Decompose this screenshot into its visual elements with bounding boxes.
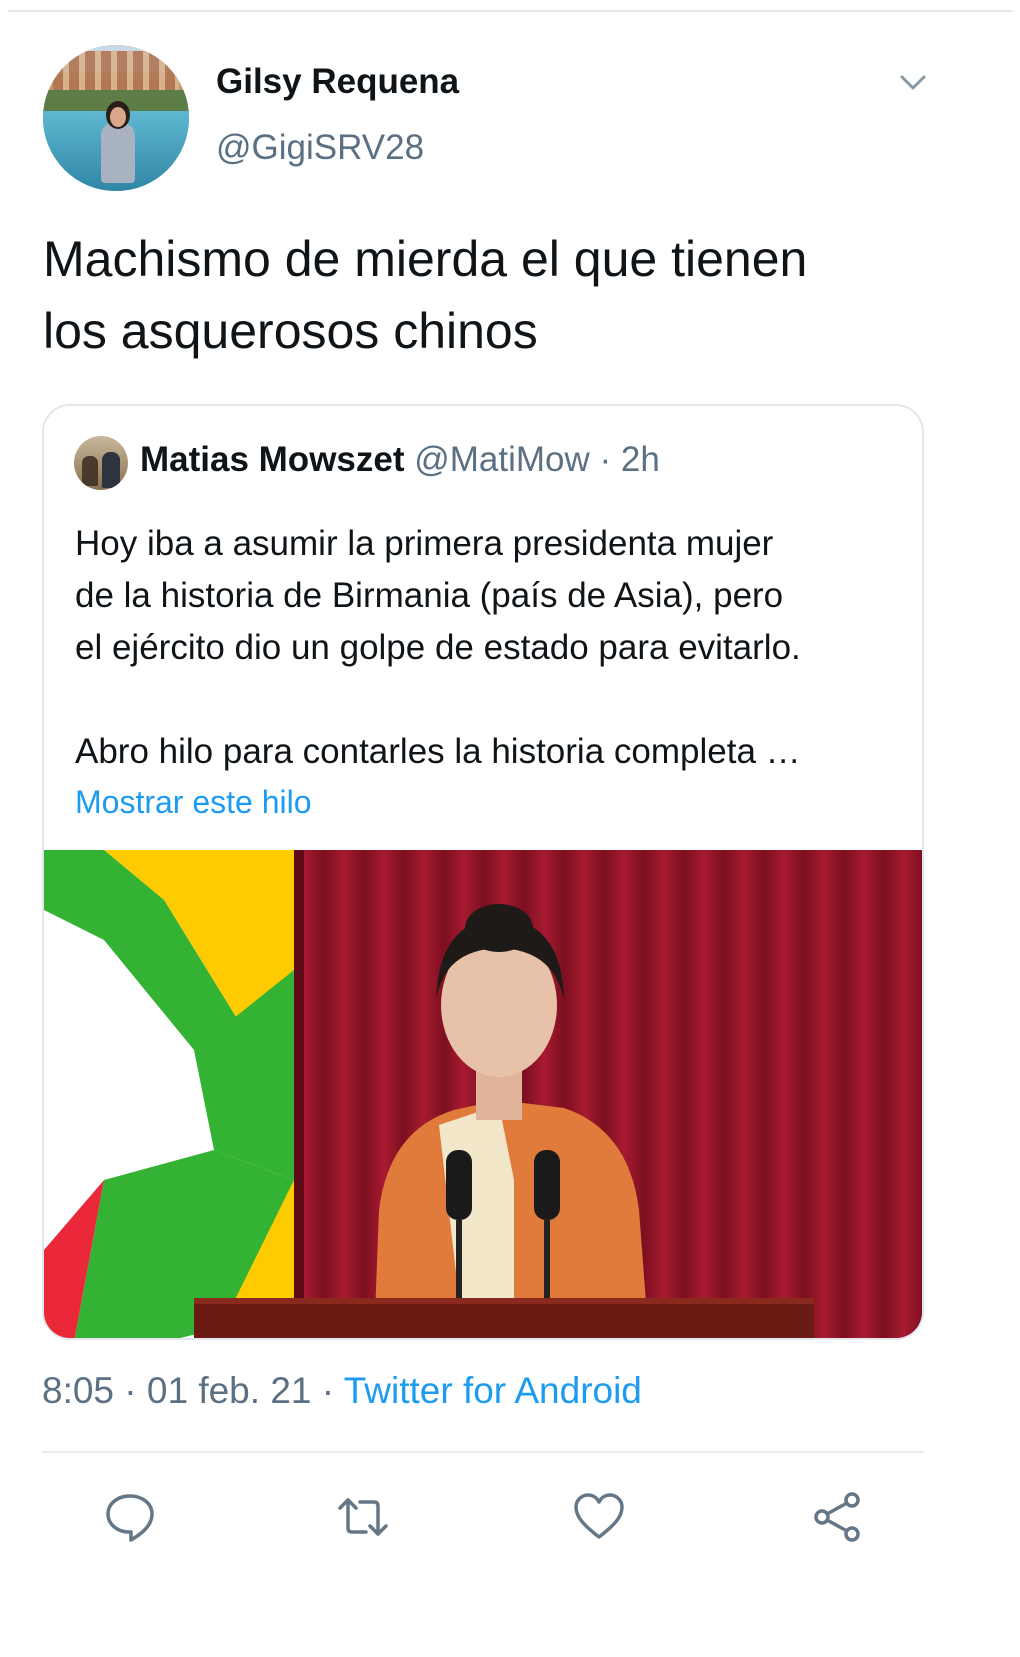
tweet-text-line: los asquerosos chinos xyxy=(43,303,538,359)
quoted-body-line: Abro hilo para contarles la historia com… xyxy=(75,732,801,771)
show-thread-link[interactable]: Mostrar este hilo xyxy=(75,784,312,821)
tweet-source-link[interactable]: Twitter for Android xyxy=(344,1370,642,1411)
heart-icon[interactable] xyxy=(572,1490,626,1544)
tweet-timestamp: 8:05 · 01 feb. 21 · xyxy=(42,1370,344,1411)
author-handle[interactable]: @GigiSRV28 xyxy=(216,128,424,168)
quoted-body-line: de la historia de Birmania (país de Asia… xyxy=(75,576,784,615)
quoted-tweet-header: Matias Mowszet @MatiMow · 2h xyxy=(140,440,660,480)
top-divider xyxy=(8,10,1012,12)
quoted-author-avatar xyxy=(74,436,128,490)
quoted-tweet-card[interactable]: Matias Mowszet @MatiMow · 2h Hoy iba a a… xyxy=(42,404,924,1340)
quoted-handle-time: @MatiMow · 2h xyxy=(414,440,660,479)
tweet-text: Machismo de mierda el que tienen los asq… xyxy=(43,223,983,367)
author-display-name[interactable]: Gilsy Requena xyxy=(216,62,459,102)
author-avatar[interactable] xyxy=(43,45,189,191)
quoted-tweet-image[interactable] xyxy=(44,850,922,1338)
actions-divider xyxy=(42,1451,924,1453)
retweet-icon[interactable] xyxy=(336,1490,390,1544)
reply-icon[interactable] xyxy=(103,1490,157,1544)
quoted-author-name: Matias Mowszet xyxy=(140,440,405,479)
tweet-text-line: Machismo de mierda el que tienen xyxy=(43,231,808,287)
tweet-meta: 8:05 · 01 feb. 21 · Twitter for Android xyxy=(42,1370,642,1412)
quoted-tweet-body: Hoy iba a asumir la primera presidenta m… xyxy=(75,518,905,778)
chevron-down-icon[interactable] xyxy=(896,66,930,100)
quoted-body-line: Hoy iba a asumir la primera presidenta m… xyxy=(75,524,774,563)
quoted-body-line: el ejército dio un golpe de estado para … xyxy=(75,628,801,667)
share-icon[interactable] xyxy=(810,1490,864,1544)
